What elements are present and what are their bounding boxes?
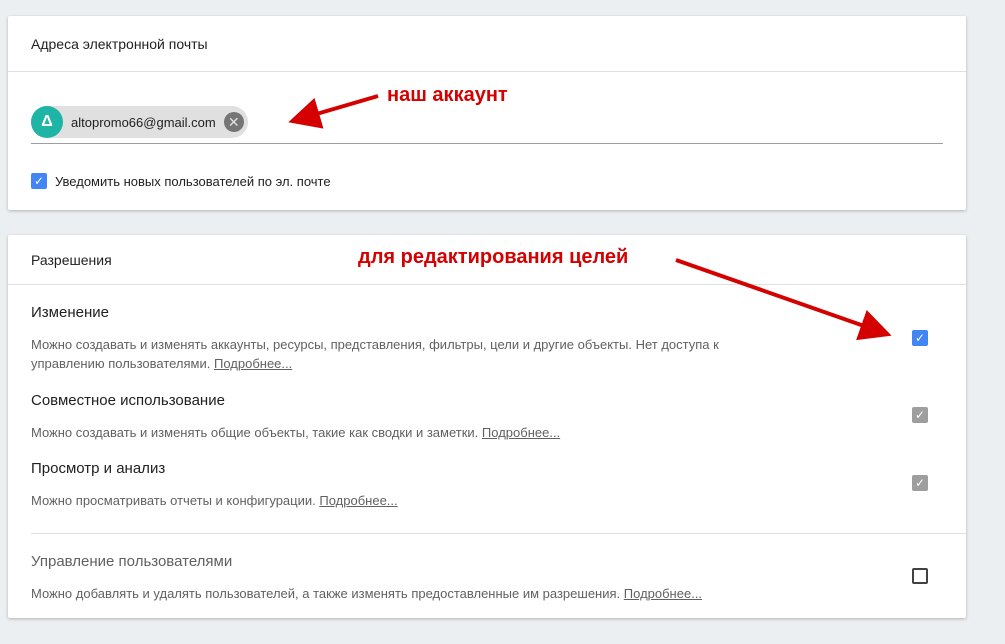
permission-desc: Можно добавлять и удалять пользователей,…	[31, 586, 703, 601]
notify-checkbox[interactable]: ✓	[31, 173, 47, 189]
permission-manage-users-checkbox[interactable]	[912, 568, 928, 584]
permission-desc: Можно создавать и изменять общие объекты…	[31, 425, 561, 440]
permission-desc: Можно создавать и изменять аккаунты, рес…	[31, 337, 719, 371]
email-card: Адреса электронной почты Δ altopromo66@g…	[8, 16, 966, 210]
permission-edit: Изменение Можно создавать и изменять акк…	[31, 304, 791, 373]
permission-edit-checkbox[interactable]: ✓	[912, 330, 928, 346]
email-input-field[interactable]: Δ altopromo66@gmail.com ✕	[31, 105, 943, 144]
learn-more-link[interactable]: Подробнее...	[214, 356, 292, 371]
permissions-card: Разрешения Изменение Можно создавать и и…	[8, 235, 966, 618]
annotation-goals: для редактирования целей	[358, 246, 629, 268]
permission-collaborate-checkbox[interactable]: ✓	[912, 407, 928, 423]
email-chip: Δ altopromo66@gmail.com ✕	[31, 106, 248, 138]
notify-label: Уведомить новых пользователей по эл. поч…	[55, 173, 331, 189]
permission-read-analyze: Просмотр и анализ Можно просматривать от…	[31, 460, 791, 510]
chip-avatar: Δ	[31, 106, 63, 138]
permission-title: Управление пользователями	[31, 553, 233, 570]
divider	[31, 533, 966, 534]
learn-more-link[interactable]: Подробнее...	[624, 586, 702, 601]
notify-row: ✓ Уведомить новых пользователей по эл. п…	[31, 173, 331, 189]
email-card-header: Адреса электронной почты	[8, 16, 966, 72]
permission-title: Просмотр и анализ	[31, 460, 166, 477]
permission-read-checkbox[interactable]: ✓	[912, 475, 928, 491]
permission-title: Совместное использование	[31, 392, 225, 409]
permission-collaborate: Совместное использование Можно создавать…	[31, 392, 791, 442]
chip-email: altopromo66@gmail.com	[71, 114, 216, 130]
permission-title: Изменение	[31, 304, 109, 321]
close-icon[interactable]: ✕	[223, 112, 244, 132]
learn-more-link[interactable]: Подробнее...	[482, 425, 560, 440]
annotation-account: наш аккаунт	[387, 84, 508, 106]
learn-more-link[interactable]: Подробнее...	[319, 493, 397, 508]
permission-manage-users: Управление пользователями Можно добавлят…	[31, 553, 791, 603]
permission-desc: Можно просматривать отчеты и конфигураци…	[31, 493, 398, 508]
